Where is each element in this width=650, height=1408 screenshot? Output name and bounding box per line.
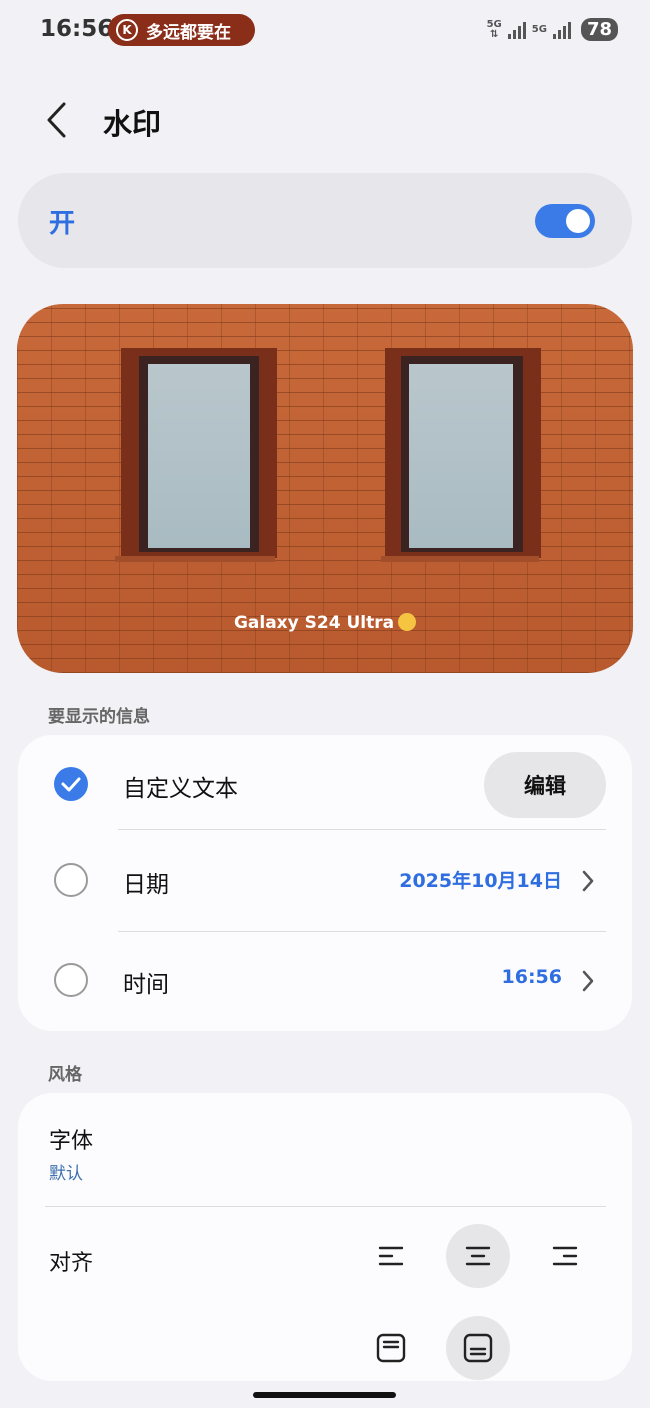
watermark-toggle-row[interactable]: 开 bbox=[18, 173, 632, 268]
checkmark-icon bbox=[61, 777, 81, 792]
position-bottom-icon bbox=[463, 1333, 493, 1363]
align-right-button[interactable] bbox=[533, 1224, 597, 1288]
custom-text-label: 自定义文本 bbox=[123, 776, 238, 802]
chevron-left-icon bbox=[47, 102, 66, 138]
switch-knob bbox=[566, 209, 590, 233]
home-indicator[interactable] bbox=[253, 1392, 396, 1398]
date-row[interactable]: 日期 2025年10月14日 bbox=[18, 831, 632, 931]
time-label: 时间 bbox=[123, 972, 169, 998]
time-value: 16:56 bbox=[501, 966, 562, 988]
divider bbox=[45, 1206, 606, 1207]
checkbox-time[interactable] bbox=[54, 963, 88, 997]
toggle-label: 开 bbox=[49, 209, 76, 239]
align-center-icon bbox=[465, 1246, 491, 1266]
crazy-face-emoji-icon bbox=[398, 613, 417, 631]
notification-pill[interactable]: K 多远都要在 bbox=[108, 14, 255, 46]
watermark-preview-image: Galaxy S24 Ultra bbox=[17, 304, 633, 673]
time-row[interactable]: 时间 16:56 bbox=[18, 931, 632, 1031]
checkbox-date[interactable] bbox=[54, 863, 88, 897]
battery-indicator: 78 bbox=[580, 18, 618, 41]
signal-bars-icon-2 bbox=[552, 21, 571, 39]
status-time: 16:56 bbox=[40, 16, 114, 42]
position-top-button[interactable] bbox=[359, 1316, 423, 1380]
divider bbox=[118, 829, 606, 830]
chevron-right-icon bbox=[582, 970, 594, 992]
network-5g-icon-2: 5G bbox=[531, 23, 547, 35]
info-card: 自定义文本 编辑 日期 2025年10月14日 时间 16:56 bbox=[18, 735, 632, 1031]
chevron-right-icon bbox=[582, 870, 594, 892]
custom-text-row[interactable]: 自定义文本 编辑 bbox=[18, 735, 632, 835]
style-card: 字体 默认 对齐 bbox=[18, 1093, 632, 1381]
align-left-icon bbox=[378, 1246, 404, 1266]
network-5g-icon: 5G ⇅ bbox=[486, 18, 502, 40]
date-value: 2025年10月14日 bbox=[399, 870, 562, 892]
style-section-label: 风格 bbox=[48, 1065, 82, 1085]
font-row[interactable]: 字体 默认 bbox=[18, 1093, 632, 1205]
date-label: 日期 bbox=[123, 872, 169, 898]
align-label: 对齐 bbox=[49, 1251, 94, 1276]
status-indicators: 5G ⇅ 5G 78 bbox=[487, 18, 618, 41]
align-center-button[interactable] bbox=[446, 1224, 510, 1288]
watermark-switch[interactable] bbox=[535, 204, 595, 238]
back-button[interactable] bbox=[46, 100, 80, 140]
position-top-icon bbox=[376, 1333, 406, 1363]
align-left-button[interactable] bbox=[359, 1224, 423, 1288]
page-title: 水印 bbox=[103, 107, 162, 141]
notification-pill-text: 多远都要在 bbox=[146, 22, 231, 43]
signal-bars-icon bbox=[507, 21, 526, 39]
checkbox-custom-text[interactable] bbox=[54, 767, 88, 801]
edit-button[interactable]: 编辑 bbox=[484, 752, 606, 818]
status-bar: 16:56 K 多远都要在 5G ⇅ 5G 78 bbox=[0, 0, 650, 60]
watermark-overlay-text: Galaxy S24 Ultra bbox=[17, 613, 633, 633]
align-right-icon bbox=[552, 1246, 578, 1266]
position-bottom-button[interactable] bbox=[446, 1316, 510, 1380]
font-value: 默认 bbox=[49, 1164, 83, 1184]
font-label: 字体 bbox=[49, 1129, 94, 1154]
app-k-icon: K bbox=[116, 19, 138, 41]
info-section-label: 要显示的信息 bbox=[48, 707, 150, 727]
